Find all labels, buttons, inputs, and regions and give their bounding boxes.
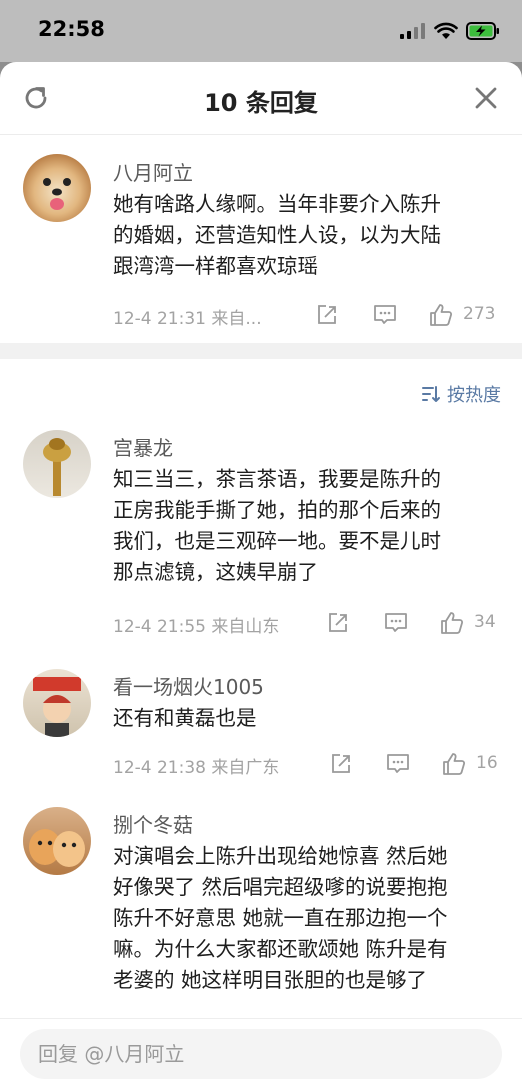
like-count: 34 [474,612,496,632]
statue-avatar-icon [43,438,71,496]
comment-line: 知三当三，茶言茶语，我要是陈升的 [113,467,441,491]
reply-bar: 回复 @八月阿立 [0,1018,522,1080]
comment-line: 我们，也是三观碎一地。要不是儿时 [113,529,441,553]
username[interactable]: 宫暴龙 [113,432,173,461]
share-icon[interactable] [328,751,354,777]
comment-line: 跟湾湾一样都喜欢琼瑶 [113,254,318,278]
sheet-title: 10 条回复 [204,89,318,117]
comment-line: 正房我能手撕了她，拍的那个后来的 [113,498,441,522]
sort-label: 按热度 [447,385,501,406]
dog-avatar-icon [43,178,71,210]
reply-input[interactable]: 回复 @八月阿立 [20,1029,502,1079]
comment-icon[interactable] [372,302,398,328]
signal-icon [400,23,425,39]
comment-line: 还有和黄磊也是 [113,706,257,730]
comment-line: 对演唱会上陈升出现给她惊喜 然后她 [113,844,448,868]
comment-line: 嘛。为什么大家都还歌颂她 陈升是有 [113,937,448,961]
sheet-header: 10 条回复 [0,62,522,135]
status-time: 22:58 [38,17,105,41]
sort-button[interactable]: 按热度 [421,381,501,407]
like-count: 273 [463,304,496,324]
comment-text: 对演唱会上陈升出现给她惊喜 然后她 好像哭了 然后唱完超级嗲的说要抱抱 陈升不好… [113,841,505,996]
status-bar: 22:58 [0,0,522,62]
avatar[interactable] [23,669,91,737]
username[interactable]: 看一场烟火1005 [113,671,264,700]
timestamp: 12-4 21:31 来自... [113,309,262,329]
comment-meta: 12-4 21:38 来自广东 16 [113,749,508,779]
comment-text: 她有啥路人缘啊。当年非要介入陈升 的婚姻，还营造知性人设，以为大陆 跟湾湾一样都… [113,189,505,282]
comment-meta: 12-4 21:31 来自... 273 [113,300,508,330]
replies-sheet: 10 条回复 八月阿立 她有啥路人缘啊。当年非要介入陈升 的婚姻，还营造知性人设… [0,62,522,1080]
username[interactable]: 捌个冬菇 [113,809,193,838]
comment-line: 的婚姻，还营造知性人设，以为大陆 [113,223,441,247]
sort-icon [422,386,440,402]
comment-line: 老婆的 她这样明目张胆的也是够了 [113,968,428,992]
avatar[interactable] [23,430,91,498]
comment-text: 还有和黄磊也是 [113,703,505,734]
section-divider [0,343,522,359]
wifi-icon [434,22,458,39]
avatar[interactable] [23,154,91,222]
like-icon[interactable] [428,302,454,328]
timestamp: 12-4 21:38 来自广东 [113,758,280,778]
comment-text: 知三当三，茶言茶语，我要是陈升的 正房我能手撕了她，拍的那个后来的 我们，也是三… [113,464,505,588]
share-icon[interactable] [314,302,340,328]
cartoon-avatar-icon [33,677,81,737]
avatar[interactable] [23,807,91,875]
battery-charging-icon [466,22,499,40]
comment-icon[interactable] [385,751,411,777]
cat-avatar-icon [29,829,85,867]
status-icons [400,20,500,42]
like-icon[interactable] [439,610,465,636]
share-icon[interactable] [325,610,351,636]
like-icon[interactable] [441,751,467,777]
comment-line: 陈升不好意思 她就一直在那边抱一个 [113,906,448,930]
timestamp: 12-4 21:55 来自山东 [113,617,280,637]
comment-line: 好像哭了 然后唱完超级嗲的说要抱抱 [113,875,448,899]
comment-icon[interactable] [383,610,409,636]
comment-line: 她有啥路人缘啊。当年非要介入陈升 [113,192,441,216]
like-count: 16 [476,753,498,773]
username[interactable]: 八月阿立 [113,157,193,186]
comment-line: 那点滤镜，这姨早崩了 [113,560,318,584]
close-icon[interactable] [470,82,502,114]
comment-meta: 12-4 21:55 来自山东 34 [113,608,508,638]
